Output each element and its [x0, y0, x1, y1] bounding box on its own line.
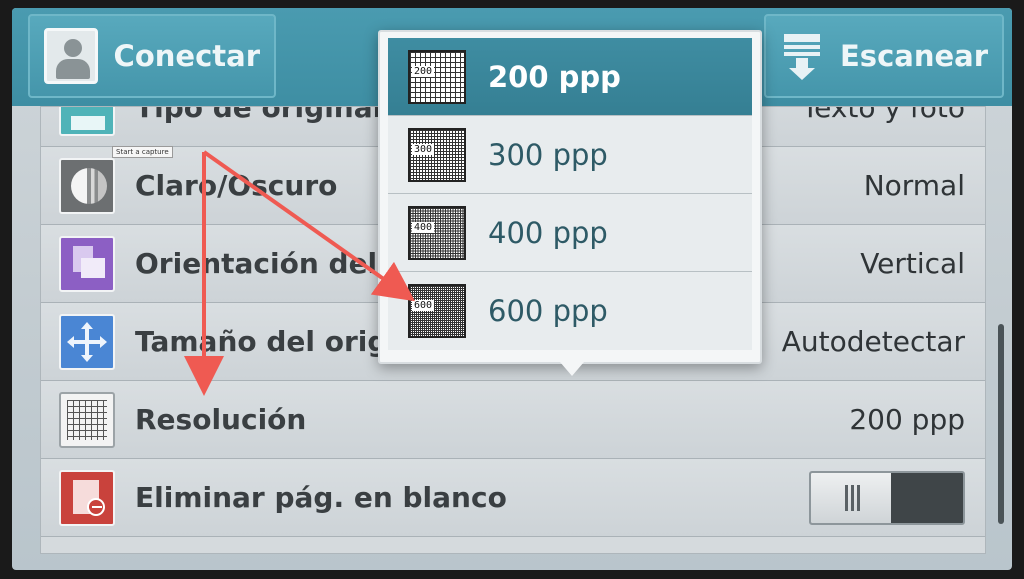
resolution-option-600[interactable]: 600 600 ppp	[388, 272, 752, 350]
orientation-icon	[59, 235, 115, 292]
setting-label: Tamaño del orig	[135, 325, 388, 358]
setting-value: Texto y foto	[801, 106, 965, 124]
original-type-icon	[59, 107, 115, 136]
user-icon	[44, 28, 98, 84]
option-label: 200 ppp	[488, 59, 621, 94]
resolution-300-icon: 300	[408, 127, 466, 182]
remove-blank-page-icon	[59, 469, 115, 526]
resolution-grid-icon	[59, 391, 115, 448]
resolution-400-icon: 400	[408, 205, 466, 260]
contrast-icon	[59, 157, 115, 214]
scan-button[interactable]: Escanear	[764, 14, 1004, 98]
dropdown-pointer	[560, 362, 584, 376]
scan-label: Escanear	[840, 39, 989, 73]
setting-label: Resolución	[135, 403, 307, 436]
resolution-option-200[interactable]: 200 200 ppp	[388, 38, 752, 116]
setting-value: Autodetectar	[781, 325, 965, 358]
list-scrollbar[interactable]	[998, 324, 1004, 524]
setting-row-remove-blank-pages[interactable]: Eliminar pág. en blanco	[41, 459, 985, 537]
setting-label: Orientación del	[135, 247, 378, 280]
size-arrows-icon	[59, 313, 115, 370]
capture-tooltip: Start a capture	[112, 146, 173, 158]
printer-screen: Conectar Escanear Tipo de original Texto…	[12, 8, 1012, 570]
option-label: 600 ppp	[488, 294, 608, 328]
setting-label: Eliminar pág. en blanco	[135, 481, 507, 514]
setting-value: Vertical	[860, 247, 965, 280]
setting-value: 200 ppp	[849, 403, 965, 436]
resolution-200-icon: 200	[408, 49, 466, 104]
connect-button[interactable]: Conectar	[28, 14, 276, 98]
resolution-option-300[interactable]: 300 300 ppp	[388, 116, 752, 194]
resolution-dropdown: 200 200 ppp 300 300 ppp 400 400 ppp 600 …	[378, 30, 762, 376]
toggle-knob[interactable]	[811, 473, 891, 523]
setting-value: Normal	[863, 169, 965, 202]
option-label: 300 ppp	[488, 137, 608, 172]
resolution-option-400[interactable]: 400 400 ppp	[388, 194, 752, 272]
setting-row-resolution[interactable]: Resolución 200 ppp	[41, 381, 985, 459]
setting-label: Claro/Oscuro	[135, 169, 338, 202]
connect-label: Conectar	[113, 39, 260, 73]
resolution-600-icon: 600	[408, 284, 466, 338]
remove-blank-toggle[interactable]	[809, 471, 965, 525]
setting-label: Tipo de original	[135, 106, 383, 124]
scanner-icon	[780, 30, 824, 82]
option-label: 400 ppp	[488, 215, 608, 250]
